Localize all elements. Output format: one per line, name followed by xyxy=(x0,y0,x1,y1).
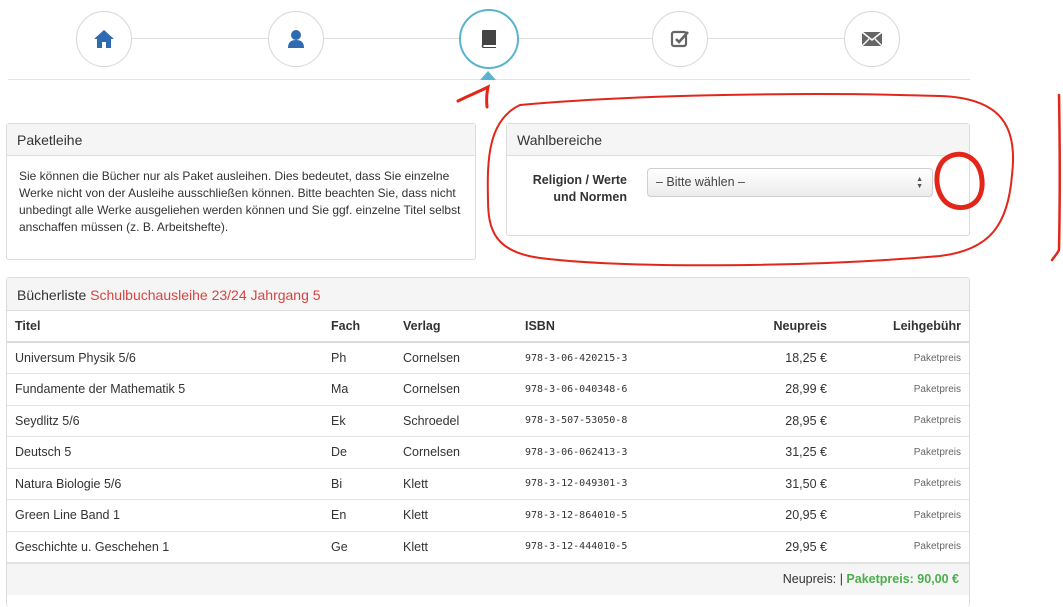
book-fee: Paketpreis xyxy=(837,531,969,563)
price-summary: Neupreis: | Paketpreis: 90,00 € xyxy=(7,563,969,595)
wizard-stepper xyxy=(8,0,970,82)
step-confirm[interactable] xyxy=(652,11,708,67)
paketpreis-total: Paketpreis: 90,00 € xyxy=(846,572,959,586)
book-neupreis: 31,25 € xyxy=(717,436,837,469)
col-header-fach: Fach xyxy=(323,311,395,343)
table-row: Fundamente der Mathematik 5 Ma Cornelsen… xyxy=(7,373,969,406)
paketleihe-title: Paketleihe xyxy=(7,124,475,156)
col-header-neupreis: Neupreis xyxy=(717,311,837,343)
book-fach: De xyxy=(323,436,395,469)
book-title: Universum Physik 5/6 xyxy=(7,342,323,374)
book-verlag: Klett xyxy=(395,499,517,532)
book-fee: Paketpreis xyxy=(837,436,969,469)
table-row: Green Line Band 1 En Klett 978-3-12-8640… xyxy=(7,499,969,532)
user-icon xyxy=(288,30,304,48)
table-header-row: Titel Fach Verlag ISBN Neupreis Leihgebü… xyxy=(7,311,969,343)
book-verlag: Klett xyxy=(395,468,517,500)
select-arrows-icon: ▲ ▼ xyxy=(916,176,923,190)
book-isbn: 978-3-507-53050-8 xyxy=(517,405,717,437)
book-fee: Paketpreis xyxy=(837,373,969,406)
book-icon xyxy=(481,30,496,48)
neupreis-total-label: Neupreis: | xyxy=(782,572,843,586)
book-fach: Ge xyxy=(323,531,395,563)
book-verlag: Schroedel xyxy=(395,405,517,437)
step-books[interactable] xyxy=(459,9,519,69)
col-header-isbn: ISBN xyxy=(517,311,717,343)
paketleihe-text: Sie können die Bücher nur als Paket ausl… xyxy=(19,169,461,234)
table-row: Seydlitz 5/6 Ek Schroedel 978-3-507-5305… xyxy=(7,405,969,437)
book-verlag: Klett xyxy=(395,531,517,563)
buecherliste-subtitle: Schulbuchausleihe 23/24 Jahrgang 5 xyxy=(90,287,321,303)
religion-select[interactable]: – Bitte wählen – ▲ ▼ xyxy=(647,168,933,197)
book-neupreis: 28,95 € xyxy=(717,405,837,437)
col-header-title: Titel xyxy=(7,311,323,343)
book-fach: Ph xyxy=(323,342,395,374)
book-isbn: 978-3-06-062413-3 xyxy=(517,436,717,469)
book-title: Green Line Band 1 xyxy=(7,499,323,532)
buecherliste-panel: Bücherliste Schulbuchausleihe 23/24 Jahr… xyxy=(6,277,970,607)
religion-select-value: – Bitte wählen – xyxy=(656,175,745,189)
book-title: Geschichte u. Geschehen 1 xyxy=(7,531,323,563)
book-title: Deutsch 5 xyxy=(7,436,323,469)
step-personal-data[interactable] xyxy=(268,11,324,67)
book-neupreis: 31,50 € xyxy=(717,468,837,500)
book-fach: Ma xyxy=(323,373,395,406)
book-isbn: 978-3-12-864010-5 xyxy=(517,499,717,532)
book-title: Seydlitz 5/6 xyxy=(7,405,323,437)
religion-field-label: Religion / Werte und Normen xyxy=(532,173,627,204)
book-neupreis: 28,99 € xyxy=(717,373,837,406)
annotation-arrow xyxy=(456,84,491,109)
book-neupreis: 29,95 € xyxy=(717,531,837,563)
book-fach: Ek xyxy=(323,405,395,437)
book-verlag: Cornelsen xyxy=(395,342,517,374)
book-isbn: 978-3-06-040348-6 xyxy=(517,373,717,406)
col-header-verlag: Verlag xyxy=(395,311,517,343)
check-square-icon xyxy=(670,30,689,48)
table-row: Deutsch 5 De Cornelsen 978-3-06-062413-3… xyxy=(7,436,969,469)
religion-field-row: Religion / Werte und Normen – Bitte wähl… xyxy=(507,156,969,206)
book-fee: Paketpreis xyxy=(837,468,969,500)
step-home[interactable] xyxy=(76,11,132,67)
book-fee: Paketpreis xyxy=(837,499,969,532)
col-header-leihgebuehr: Leihgebühr xyxy=(837,311,969,343)
book-neupreis: 20,95 € xyxy=(717,499,837,532)
book-verlag: Cornelsen xyxy=(395,373,517,406)
book-fach: En xyxy=(323,499,395,532)
active-step-indicator xyxy=(480,71,496,80)
table-row: Geschichte u. Geschehen 1 Ge Klett 978-3… xyxy=(7,531,969,563)
book-fee: Paketpreis xyxy=(837,405,969,437)
book-title: Fundamente der Mathematik 5 xyxy=(7,373,323,406)
step-send[interactable] xyxy=(844,11,900,67)
annotation-edge-stroke xyxy=(1050,93,1061,262)
paketleihe-panel: Paketleihe Sie können die Bücher nur als… xyxy=(6,123,476,260)
book-verlag: Cornelsen xyxy=(395,436,517,469)
book-fach: Bi xyxy=(323,468,395,500)
book-isbn: 978-3-12-049301-3 xyxy=(517,468,717,500)
table-row: Natura Biologie 5/6 Bi Klett 978-3-12-04… xyxy=(7,468,969,500)
book-isbn: 978-3-12-444010-5 xyxy=(517,531,717,563)
book-fee: Paketpreis xyxy=(837,342,969,374)
envelope-icon xyxy=(861,31,883,47)
book-title: Natura Biologie 5/6 xyxy=(7,468,323,500)
buecherliste-title: Bücherliste xyxy=(17,287,87,303)
wahlbereiche-title: Wahlbereiche xyxy=(507,124,969,156)
book-isbn: 978-3-06-420215-3 xyxy=(517,342,717,374)
home-icon xyxy=(94,30,114,48)
table-row: Universum Physik 5/6 Ph Cornelsen 978-3-… xyxy=(7,342,969,374)
books-table: Titel Fach Verlag ISBN Neupreis Leihgebü… xyxy=(7,311,969,563)
book-neupreis: 18,25 € xyxy=(717,342,837,374)
wahlbereiche-panel: Wahlbereiche Religion / Werte und Normen… xyxy=(506,123,970,236)
buecherliste-heading: Bücherliste Schulbuchausleihe 23/24 Jahr… xyxy=(7,278,969,311)
